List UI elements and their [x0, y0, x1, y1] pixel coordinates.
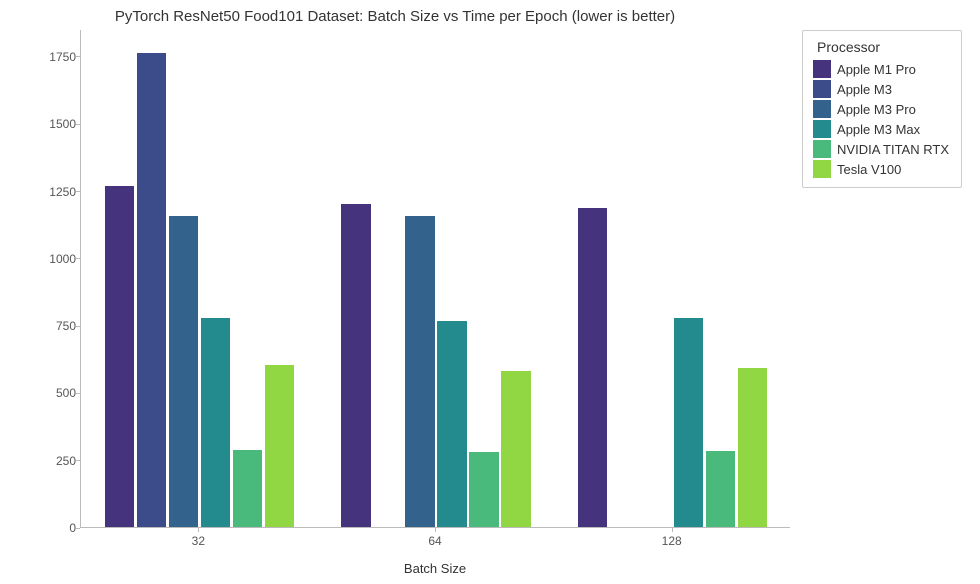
legend-label: Apple M3 Pro	[837, 102, 916, 117]
legend-swatch	[813, 140, 831, 158]
y-tick-label: 250	[40, 454, 76, 468]
legend-items: Apple M1 Pro Apple M3 Apple M3 Pro Apple M3…	[813, 59, 949, 179]
y-tick-label: 1250	[40, 185, 76, 199]
bar	[706, 451, 735, 527]
bar	[233, 450, 262, 527]
y-tick-label: 750	[40, 319, 76, 333]
y-tick-mark	[76, 326, 80, 327]
x-tick-mark	[435, 528, 436, 532]
y-tick-mark	[76, 191, 80, 192]
y-tick-label: 1500	[40, 117, 76, 131]
bar	[578, 208, 607, 527]
legend-label: Tesla V100	[837, 162, 901, 177]
y-tick-label: 1000	[40, 252, 76, 266]
legend-item: Apple M3 Max	[813, 119, 949, 139]
bar	[437, 321, 466, 527]
bar	[201, 318, 230, 527]
y-tick-mark	[76, 393, 80, 394]
bar	[405, 216, 434, 527]
x-tick-label: 64	[428, 534, 441, 548]
x-tick-mark	[198, 528, 199, 532]
bar	[341, 204, 370, 527]
bar	[469, 452, 498, 527]
bar	[169, 216, 198, 527]
legend-item: Apple M3	[813, 79, 949, 99]
legend-label: Apple M1 Pro	[837, 62, 916, 77]
legend-swatch	[813, 120, 831, 138]
legend-item: Apple M3 Pro	[813, 99, 949, 119]
legend-swatch	[813, 160, 831, 178]
chart-container: PyTorch ResNet50 Food101 Dataset: Batch …	[0, 0, 980, 584]
y-tick-mark	[76, 56, 80, 57]
legend-title: Processor	[813, 39, 949, 55]
y-tick-mark	[76, 124, 80, 125]
legend-label: Apple M3 Max	[837, 122, 920, 137]
legend-item: Apple M1 Pro	[813, 59, 949, 79]
bar	[738, 368, 767, 527]
y-tick-mark	[76, 460, 80, 461]
y-tick-mark	[76, 258, 80, 259]
legend-item: Tesla V100	[813, 159, 949, 179]
bar	[265, 365, 294, 527]
bar	[501, 371, 530, 527]
legend-swatch	[813, 100, 831, 118]
y-tick-label: 500	[40, 386, 76, 400]
legend-label: NVIDIA TITAN RTX	[837, 142, 949, 157]
y-tick-label: 0	[40, 521, 76, 535]
x-tick-mark	[672, 528, 673, 532]
x-tick-label: 128	[662, 534, 682, 548]
x-axis-label: Batch Size	[80, 561, 790, 576]
y-tick-label: 1750	[40, 50, 76, 64]
y-tick-mark	[76, 528, 80, 529]
plot-area	[80, 30, 790, 528]
bar	[137, 53, 166, 527]
legend-swatch	[813, 80, 831, 98]
bar	[105, 186, 134, 527]
bar	[674, 318, 703, 527]
x-tick-label: 32	[192, 534, 205, 548]
legend-item: NVIDIA TITAN RTX	[813, 139, 949, 159]
legend-swatch	[813, 60, 831, 78]
chart-title: PyTorch ResNet50 Food101 Dataset: Batch …	[0, 8, 790, 25]
legend-label: Apple M3	[837, 82, 892, 97]
legend: Processor Apple M1 Pro Apple M3 Apple M3 P…	[802, 30, 962, 188]
